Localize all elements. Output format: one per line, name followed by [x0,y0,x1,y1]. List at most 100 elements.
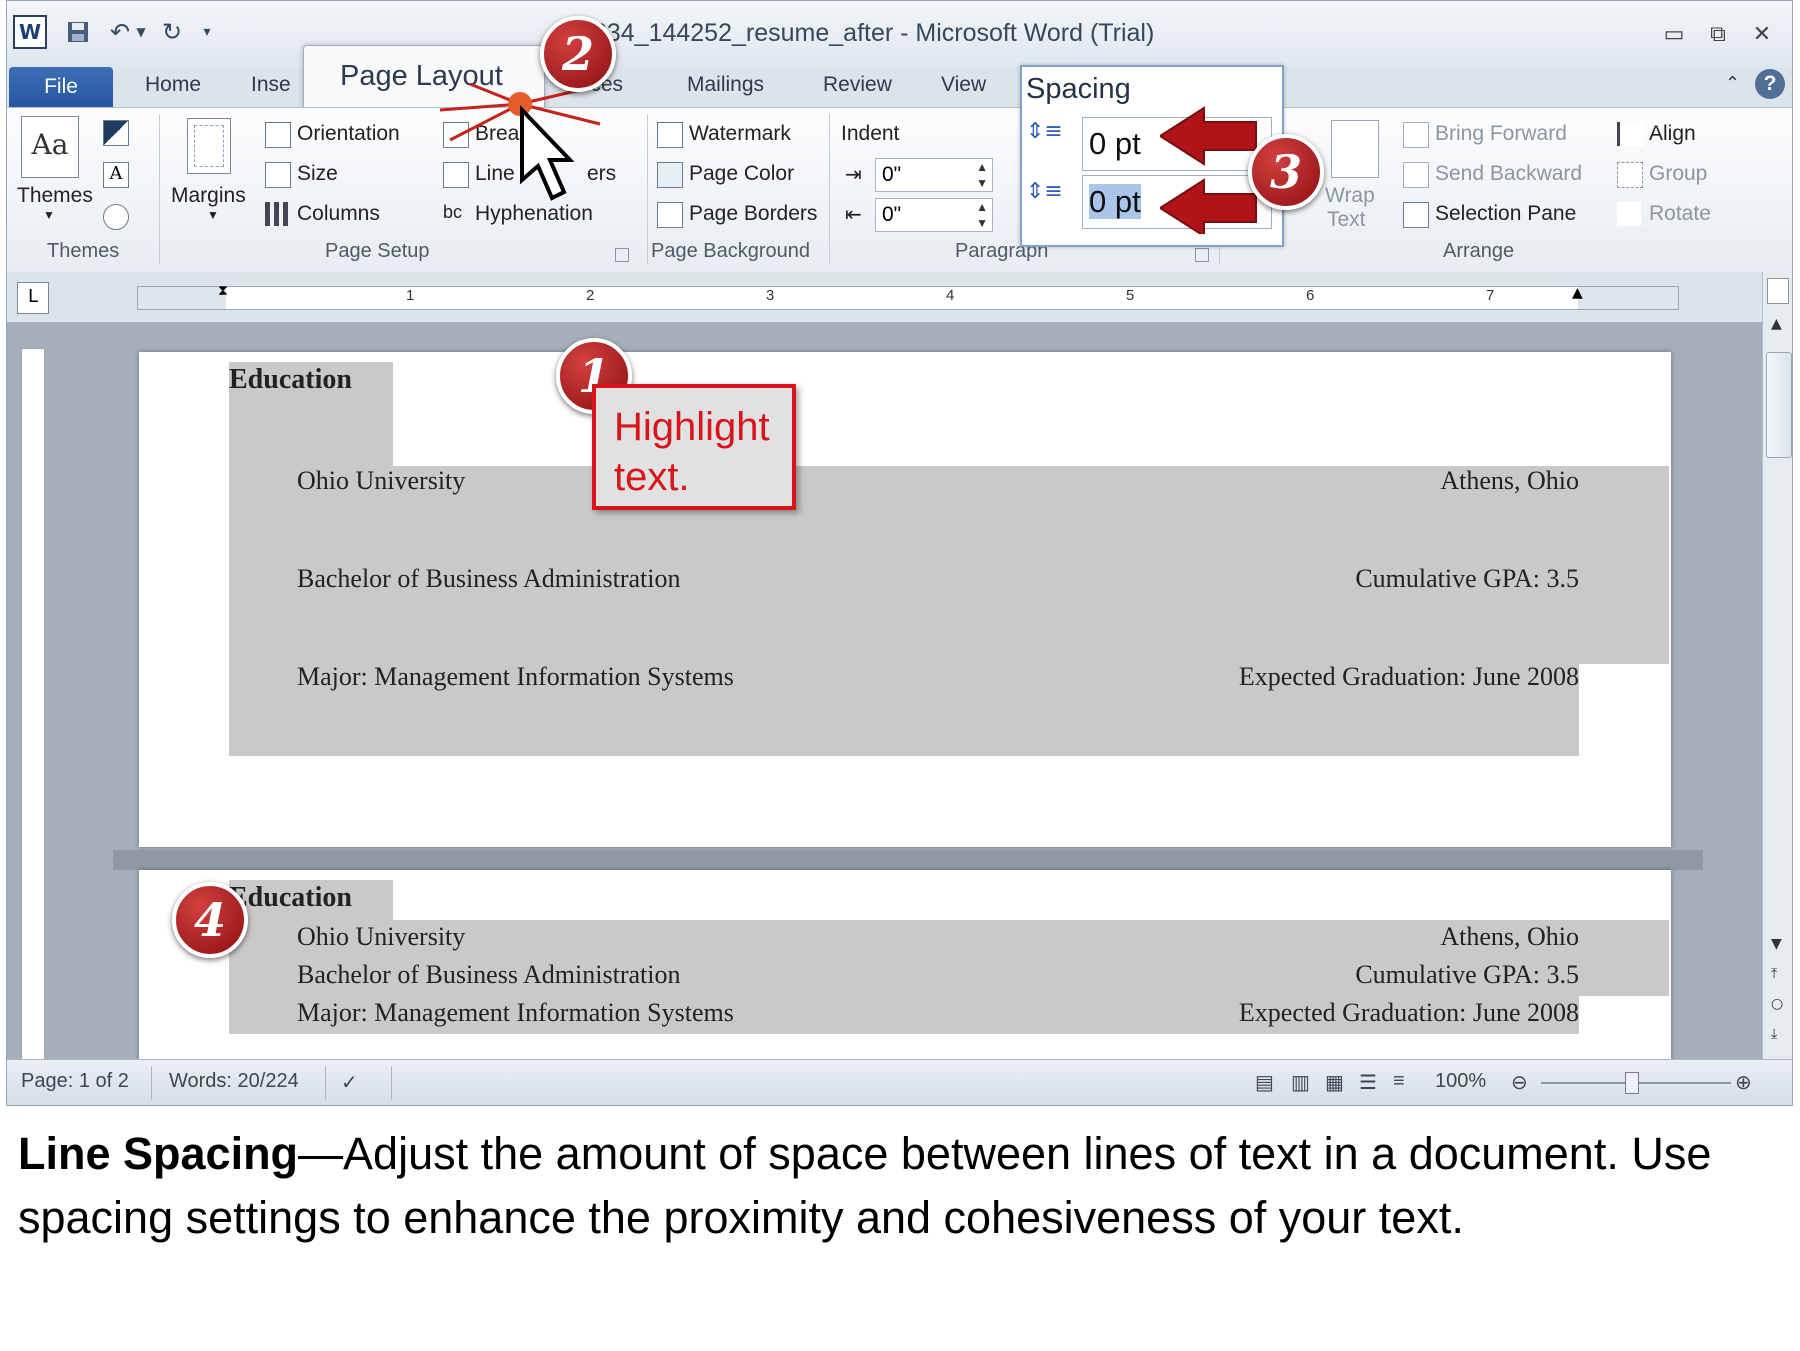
window-title: 11634_144252_resume_after - Microsoft Wo… [567,19,1155,47]
page-color-button[interactable]: Page Color [689,162,794,186]
selection-pane-icon[interactable] [1403,202,1429,228]
full-screen-reading-icon[interactable]: ▥ [1291,1070,1310,1095]
zoom-level[interactable]: 100% [1435,1070,1486,1093]
bring-forward-icon[interactable] [1403,122,1429,148]
group-label-themes: Themes [47,240,120,262]
zoom-in-icon[interactable]: ⊕ [1735,1070,1752,1095]
page-borders-icon[interactable] [657,202,683,228]
print-layout-view-icon[interactable]: ▤ [1255,1070,1274,1095]
outline-view-icon[interactable]: ☰ [1359,1070,1377,1095]
themes-dropdown-icon[interactable]: ▼ [43,208,55,222]
web-layout-icon[interactable]: ▦ [1325,1070,1344,1095]
margins-dropdown-icon[interactable]: ▼ [207,208,219,222]
vertical-scrollbar[interactable]: ▲ ▼ ⤒ ○ ⤓ [1762,272,1792,1059]
draft-view-icon[interactable]: ≡ [1393,1070,1405,1093]
tab-selector-icon[interactable]: L [17,282,49,314]
word-count[interactable]: Words: 20/224 [169,1070,299,1093]
help-icon[interactable]: ? [1755,69,1785,99]
margins-button[interactable]: Margins [171,184,246,208]
size-button[interactable]: Size [297,162,338,186]
theme-colors-icon[interactable] [103,120,129,146]
paragraph-launcher-icon[interactable] [1195,248,1209,262]
document-area[interactable]: Education Ohio University Athens, Ohio B… [7,322,1762,1059]
previous-page-icon[interactable]: ⤒ [1771,966,1777,982]
scroll-down-icon[interactable]: ▼ [1771,936,1782,952]
tab-file[interactable]: File [9,67,113,107]
indent-right-value: 0" [882,203,902,226]
undo-icon[interactable]: ↶ [105,17,135,47]
minimize-ribbon-icon[interactable]: ⌃ [1725,73,1740,94]
zoom-out-icon[interactable]: ⊖ [1511,1070,1528,1095]
columns-button[interactable]: Columns [297,202,380,226]
page-count[interactable]: Page: 1 of 2 [21,1070,129,1093]
proofing-icon[interactable]: ✓ [341,1070,358,1095]
group-icon[interactable] [1617,162,1643,188]
align-button[interactable]: Align [1649,122,1696,146]
size-icon[interactable] [265,162,291,188]
wrap-text-button-line2[interactable]: Text [1327,208,1366,232]
rotate-icon[interactable] [1617,202,1641,226]
document-page-after[interactable]: Education Ohio University Athens, Ohio B… [139,870,1671,1059]
indent-left-input[interactable]: 0" ▲ ▼ [875,158,993,192]
tab-home[interactable]: Home [145,73,201,97]
selection-pane-button[interactable]: Selection Pane [1435,202,1576,226]
browse-object-icon[interactable]: ○ [1771,996,1783,1012]
restore-icon[interactable]: ⧉ [1701,19,1735,49]
customize-qat-icon[interactable]: ▾ [197,17,217,47]
zoom-slider-thumb[interactable] [1625,1072,1639,1094]
vertical-ruler[interactable] [21,348,45,1059]
section-heading: Education [229,364,352,395]
page-color-icon[interactable] [657,162,683,188]
wrap-text-icon[interactable] [1331,120,1379,178]
wrap-text-button[interactable]: Wrap [1325,184,1375,208]
orientation-icon[interactable] [265,122,291,148]
caption-title: Line Spacing [18,1128,299,1179]
next-page-icon[interactable]: ⤓ [1771,1026,1777,1042]
theme-fonts-icon[interactable]: A [103,162,129,188]
scroll-thumb[interactable] [1766,352,1792,458]
doc-line-right: Expected Graduation: June 2008 [1238,662,1579,691]
tab-review[interactable]: Review [823,73,892,97]
view-ruler-icon[interactable] [1767,278,1789,304]
send-backward-button[interactable]: Send Backward [1435,162,1582,186]
tab-view[interactable]: View [941,73,986,97]
doc-line-left: Ohio University [297,922,466,951]
undo-dropdown-icon[interactable]: ▼ [133,17,149,47]
document-page-before[interactable]: Education Ohio University Athens, Ohio B… [139,352,1671,847]
close-icon[interactable]: ✕ [1745,19,1779,49]
margins-icon[interactable] [187,118,231,174]
send-backward-icon[interactable] [1403,162,1429,188]
bring-forward-button[interactable]: Bring Forward [1435,122,1567,146]
theme-effects-icon[interactable] [103,204,129,230]
tab-mailings[interactable]: Mailings [687,73,764,97]
right-indent-marker-icon[interactable]: ▲ [1572,285,1583,301]
pointer-arrows [1160,106,1257,234]
watermark-icon[interactable] [657,122,683,148]
themes-icon[interactable]: Aa [21,116,79,178]
spin-arrows-icon[interactable]: ▲ ▼ [976,199,988,231]
first-line-indent-marker-icon[interactable]: ⧗ [218,283,228,299]
minimize-icon[interactable]: ▭ [1657,19,1691,49]
page-setup-launcher-icon[interactable] [615,248,629,262]
horizontal-ruler[interactable]: 1 2 3 4 5 6 7 ⧗ ▲ [137,283,1679,310]
rotate-button[interactable]: Rotate [1649,202,1711,226]
spin-arrows-icon[interactable]: ▲ ▼ [976,159,988,191]
page-borders-button[interactable]: Page Borders [689,202,817,226]
step-badge: 4 [172,882,248,958]
group-button[interactable]: Group [1649,162,1707,186]
orientation-button[interactable]: Orientation [297,122,400,146]
save-icon[interactable] [63,17,93,47]
step-badge: 2 [540,16,616,92]
doc-line-right: Expected Graduation: June 2008 [1238,998,1579,1027]
indent-right-input[interactable]: 0" ▲ ▼ [875,198,993,232]
themes-button[interactable]: Themes [17,184,93,208]
scroll-up-icon[interactable]: ▲ [1771,316,1782,332]
align-icon[interactable] [1617,122,1644,146]
columns-icon[interactable] [265,202,289,226]
ruler-number: 5 [1126,287,1135,304]
tab-insert[interactable]: Inse [251,73,291,97]
redo-icon[interactable]: ↻ [157,17,187,47]
doc-line-left: Major: Management Information Systems [297,998,734,1027]
word-app-icon[interactable]: W [13,15,47,49]
watermark-button[interactable]: Watermark [689,122,791,146]
